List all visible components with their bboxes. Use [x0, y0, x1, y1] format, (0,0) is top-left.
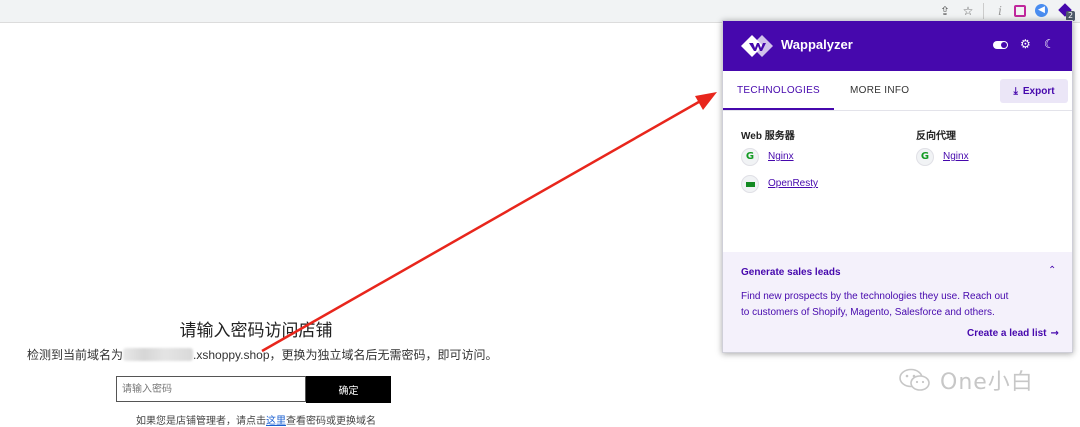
tab-technologies[interactable]: TECHNOLOGIES — [723, 71, 834, 110]
wappalyzer-tabs: TECHNOLOGIES MORE INFO ⤓ Export — [723, 71, 1072, 111]
wappalyzer-extension-icon[interactable]: 2 — [1057, 3, 1076, 21]
arrow-right-icon: → — [1050, 328, 1059, 339]
tech-item-nginx[interactable]: G Nginx — [916, 148, 1036, 168]
tech-item-nginx[interactable]: G Nginx — [741, 148, 861, 168]
tech-name[interactable]: OpenResty — [768, 178, 818, 189]
leads-line-1: Find new prospects by the technologies t… — [741, 291, 1009, 302]
admin-here-link[interactable]: 这里 — [266, 416, 286, 427]
export-label: Export — [1022, 85, 1055, 97]
admin-note: 如果您是店铺管理者，请点击这里查看密码或更换域名 — [0, 412, 512, 427]
watermark-text: One小白 — [940, 370, 1034, 395]
domain-prefix: 检测到当前域名为 — [27, 348, 124, 362]
wappalyzer-popup: Wappalyzer ⚙ ☾ TECHNOLOGIES MORE INFO ⤓ E… — [722, 20, 1073, 353]
gear-icon[interactable]: ⚙ — [1020, 37, 1031, 51]
leads-line-2: to customers of Shopify, Magento, Salesf… — [741, 307, 995, 318]
wappalyzer-header: Wappalyzer ⚙ ☾ — [723, 21, 1072, 71]
tab-more-info[interactable]: MORE INFO — [850, 71, 909, 110]
create-lead-list-link[interactable]: Create a lead list → — [967, 328, 1059, 339]
extension-pink-icon[interactable] — [1012, 3, 1028, 19]
star-icon[interactable]: ☆ — [960, 3, 976, 19]
nginx-icon: G — [916, 148, 934, 166]
admin-note-before: 如果您是店铺管理者，请点击 — [136, 416, 266, 427]
wappalyzer-logo-icon — [741, 35, 773, 57]
toolbar-divider — [983, 3, 984, 19]
share-icon[interactable]: ⇪ — [937, 3, 953, 19]
category-reverse-proxy: 反向代理 — [916, 131, 956, 142]
chevron-up-icon[interactable]: ⌃ — [1048, 265, 1056, 276]
openresty-icon — [741, 175, 759, 193]
wechat-icon — [899, 368, 930, 391]
page-title: 请输入密码访问店铺 — [179, 321, 333, 340]
admin-note-after: 查看密码或更换域名 — [286, 416, 376, 427]
sales-leads-panel: Generate sales leads ⌃ Find new prospect… — [723, 252, 1072, 352]
info-extension-icon[interactable]: i — [992, 3, 1008, 19]
password-input[interactable] — [116, 376, 306, 402]
wappalyzer-brand: Wappalyzer — [781, 37, 853, 52]
lead-list-label: Create a lead list — [967, 328, 1047, 339]
tech-item-openresty[interactable]: OpenResty — [741, 175, 861, 195]
nginx-icon: G — [741, 148, 759, 166]
leads-title: Generate sales leads — [741, 267, 841, 278]
download-icon: ⤓ — [1013, 85, 1018, 97]
tech-name[interactable]: Nginx — [943, 151, 969, 162]
toggle-switch-icon[interactable] — [993, 41, 1008, 49]
domain-suffix: .xshoppy.shop，更换为独立域名后无需密码，即可访问。 — [193, 348, 498, 362]
export-button[interactable]: ⤓ Export — [1000, 79, 1068, 103]
moon-icon[interactable]: ☾ — [1044, 37, 1055, 51]
domain-notice: 检测到当前域名为 .xshoppy.shop，更换为独立域名后无需密码，即可访问。 — [27, 346, 498, 363]
leads-description: Find new prospects by the technologies t… — [741, 289, 1031, 321]
extension-blue-icon[interactable]: ◀ — [1034, 3, 1050, 19]
tech-name[interactable]: Nginx — [768, 151, 794, 162]
category-web-server: Web 服务器 — [741, 131, 795, 142]
blurred-domain — [123, 348, 194, 361]
confirm-button[interactable]: 确定 — [306, 376, 391, 403]
